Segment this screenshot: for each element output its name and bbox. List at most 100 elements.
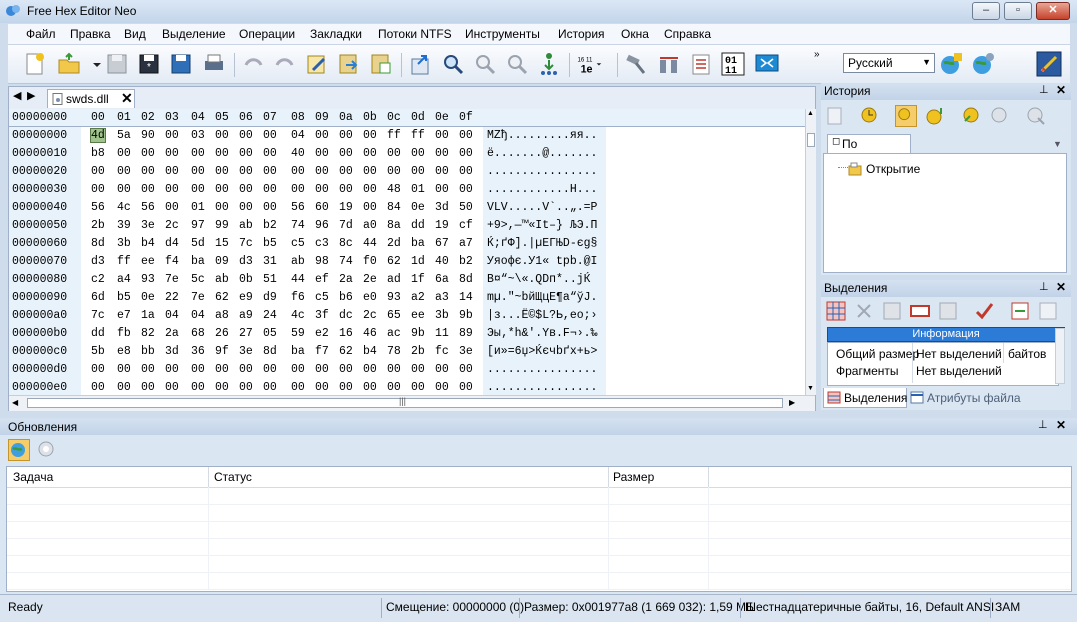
- hex-byte[interactable]: 56: [141, 201, 155, 214]
- scrollbar-thumb[interactable]: [807, 133, 815, 147]
- hex-byte[interactable]: b4: [141, 237, 155, 250]
- row-text[interactable]: |з...Ё©$L?Ь,eо;›: [487, 309, 597, 322]
- row-text[interactable]: Ќ;ґФ].|µЕГЊD-єg§: [487, 237, 597, 250]
- history-tree[interactable]: Открытие: [823, 153, 1067, 273]
- hex-byte[interactable]: 00: [215, 165, 229, 178]
- hex-row[interactable]: 000000e0 00 00 00 00 00 00 00 00 00 00 00 00 00 00 00 00…: [9, 379, 805, 395]
- row-text[interactable]: Уяофє.У1« tрb.@І: [487, 255, 597, 268]
- hex-byte[interactable]: 93: [387, 291, 401, 304]
- hex-byte[interactable]: 00: [165, 381, 179, 394]
- hex-byte[interactable]: 1d: [411, 255, 425, 268]
- row-text[interactable]: mµ."~bйЩцЕ¶а“ўЈ.: [487, 291, 597, 304]
- hex-byte[interactable]: 00: [263, 129, 277, 142]
- hex-byte[interactable]: 11: [435, 327, 449, 340]
- hex-byte[interactable]: 19: [339, 201, 353, 214]
- vertical-scrollbar[interactable]: ▲ ▼: [805, 109, 816, 395]
- updates-table[interactable]: Задача Статус Размер: [6, 466, 1072, 592]
- apply-selection-icon[interactable]: [973, 300, 995, 322]
- close-tab-icon[interactable]: ✕: [121, 90, 133, 107]
- hex-byte[interactable]: 00: [459, 363, 473, 376]
- hex-byte[interactable]: ba: [191, 255, 205, 268]
- history-tab-default[interactable]: ◻ По умолча...: [827, 134, 911, 165]
- hex-byte[interactable]: a9: [239, 309, 253, 322]
- hex-byte[interactable]: 89: [459, 327, 473, 340]
- hex-byte[interactable]: 48: [387, 183, 401, 196]
- chevron-down-icon[interactable]: ▼: [1053, 139, 1062, 149]
- history-item-open[interactable]: Открытие: [866, 162, 920, 176]
- hex-byte[interactable]: 46: [363, 327, 377, 340]
- hex-byte[interactable]: 00: [387, 363, 401, 376]
- minimize-button[interactable]: –: [972, 2, 1000, 20]
- close-panel-icon[interactable]: ✕: [1056, 418, 1066, 432]
- hex-byte[interactable]: 00: [459, 147, 473, 160]
- hex-byte[interactable]: 00: [215, 183, 229, 196]
- hex-byte[interactable]: 00: [215, 147, 229, 160]
- hex-byte[interactable]: 0e: [141, 291, 155, 304]
- hex-byte[interactable]: c5: [291, 237, 305, 250]
- menu-ntfs-streams[interactable]: Потоки NTFS: [378, 27, 452, 41]
- hex-byte[interactable]: ab: [291, 255, 305, 268]
- hex-byte[interactable]: 00: [315, 129, 329, 142]
- hex-byte[interactable]: 00: [291, 165, 305, 178]
- hex-byte[interactable]: 00: [263, 165, 277, 178]
- hex-byte[interactable]: e8: [117, 345, 131, 358]
- hex-byte[interactable]: 4c: [291, 309, 305, 322]
- hex-byte[interactable]: e2: [315, 327, 329, 340]
- hex-byte[interactable]: c5: [315, 291, 329, 304]
- pin-icon[interactable]: ⊥: [1038, 418, 1048, 431]
- hammer-icon[interactable]: [624, 51, 650, 77]
- import-selection-icon[interactable]: [1009, 300, 1031, 322]
- hex-byte[interactable]: 00: [363, 147, 377, 160]
- export-selection-icon[interactable]: [1037, 300, 1059, 322]
- hex-byte[interactable]: 00: [315, 165, 329, 178]
- hex-row[interactable]: 00000090 6d b5 0e 22 7e 62 e9 d9 f6 c5 b6 e0 93 a2 a3 14…: [9, 289, 805, 307]
- hex-byte[interactable]: 00: [363, 201, 377, 214]
- hex-byte[interactable]: 00: [291, 363, 305, 376]
- hex-byte[interactable]: 31: [263, 255, 277, 268]
- hex-byte[interactable]: 01: [411, 183, 425, 196]
- print-icon[interactable]: [201, 51, 227, 77]
- hex-byte[interactable]: 00: [387, 165, 401, 178]
- undo-icon[interactable]: [240, 51, 266, 77]
- save-as-icon[interactable]: *: [136, 51, 162, 77]
- row-text[interactable]: +9>,—™«Іt–} ЉЭ.П: [487, 219, 597, 232]
- hex-byte[interactable]: e9: [239, 291, 253, 304]
- hex-byte[interactable]: 00: [91, 165, 105, 178]
- hex-byte[interactable]: 04: [191, 309, 205, 322]
- row-text[interactable]: ................: [487, 381, 597, 394]
- go-to-offset-icon[interactable]: [536, 51, 562, 77]
- hex-byte[interactable]: 2a: [165, 327, 179, 340]
- hex-byte[interactable]: 00: [387, 147, 401, 160]
- hex-byte[interactable]: 19: [435, 219, 449, 232]
- settings-icon[interactable]: [1036, 51, 1062, 77]
- hex-byte[interactable]: 50: [459, 201, 473, 214]
- hex-byte[interactable]: 00: [411, 363, 425, 376]
- hex-byte[interactable]: 15: [215, 237, 229, 250]
- hex-byte[interactable]: 00: [363, 165, 377, 178]
- hex-byte[interactable]: 96: [315, 219, 329, 232]
- hex-byte[interactable]: 00: [363, 129, 377, 142]
- hex-byte[interactable]: 00: [215, 381, 229, 394]
- hex-byte[interactable]: 36: [191, 345, 205, 358]
- hex-row[interactable]: 000000c0 5b e8 bb 3d 36 9f 3e 8d ba f7 62 b4 78 2b fc 3e…: [9, 343, 805, 361]
- invert-selection-icon[interactable]: [937, 300, 959, 322]
- hex-byte[interactable]: 60: [315, 201, 329, 214]
- tab-file-attributes[interactable]: Атрибуты файла: [909, 388, 1039, 408]
- hex-byte[interactable]: dc: [339, 309, 353, 322]
- select-range-icon[interactable]: [909, 300, 931, 322]
- hex-byte[interactable]: 00: [191, 363, 205, 376]
- hex-row[interactable]: 00000040 56 4c 56 00 01 00 00 00 56 60 19 00 84 0e 3d 50…: [9, 199, 805, 217]
- hex-byte[interactable]: a3: [435, 291, 449, 304]
- hex-row[interactable]: 000000a0 7c e7 1a 04 04 a8 a9 24 4c 3f dc 2c 65 ee 3b 9b…: [9, 307, 805, 325]
- hex-byte[interactable]: ba: [411, 237, 425, 250]
- hex-byte[interactable]: 9f: [215, 345, 229, 358]
- hex-byte[interactable]: 93: [141, 273, 155, 286]
- base-converter-icon[interactable]: 16 11 1e: [576, 51, 610, 77]
- hex-byte[interactable]: 84: [387, 201, 401, 214]
- find-next-icon[interactable]: [472, 51, 498, 77]
- hex-byte[interactable]: 00: [363, 363, 377, 376]
- hex-byte[interactable]: 62: [387, 255, 401, 268]
- hex-byte[interactable]: 04: [291, 129, 305, 142]
- hex-byte[interactable]: e0: [363, 291, 377, 304]
- scroll-up-icon[interactable]: ▲: [807, 110, 814, 117]
